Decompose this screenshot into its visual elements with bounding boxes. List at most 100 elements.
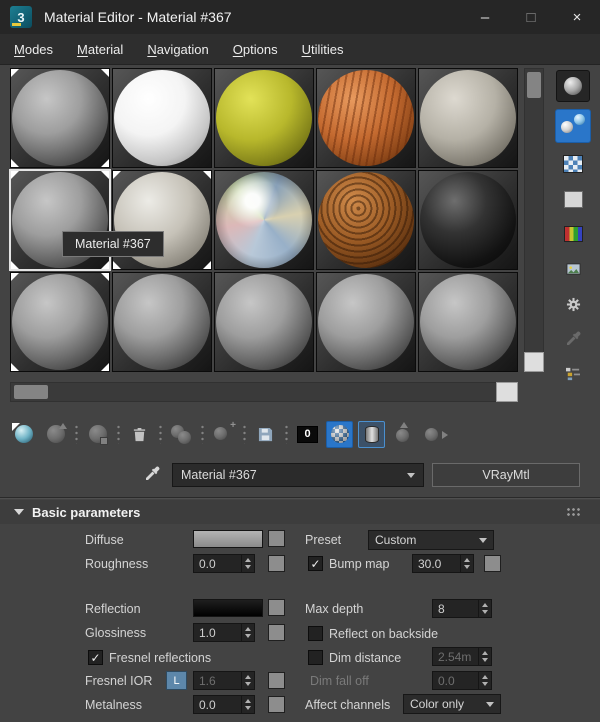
horizontal-scrollbar-thumb[interactable] xyxy=(14,385,48,399)
material-type-button[interactable]: VRayMtl xyxy=(432,463,580,487)
menu-modes[interactable]: Modes xyxy=(14,42,53,57)
fresnel-ior-lock-button[interactable]: L xyxy=(166,671,187,690)
spinner-arrows-icon[interactable] xyxy=(241,624,254,641)
make-material-copy-button[interactable] xyxy=(168,421,195,448)
material-sphere-gray xyxy=(318,274,414,370)
material-sphere-gray xyxy=(420,274,516,370)
preset-dropdown[interactable]: Custom xyxy=(368,530,494,550)
sample-type-button[interactable] xyxy=(556,70,590,102)
go-to-parent-button[interactable] xyxy=(390,421,417,448)
spinner-arrows-icon[interactable] xyxy=(241,555,254,572)
fresnel-reflections-checkbox[interactable] xyxy=(88,650,103,665)
fresnel-ior-spinner[interactable]: 1.6 xyxy=(193,671,255,690)
navigator-icon xyxy=(558,360,588,388)
sample-slot-2[interactable] xyxy=(112,68,212,168)
side-toolbar xyxy=(551,70,595,388)
metalness-spinner[interactable]: 0.0 xyxy=(193,695,255,714)
dim-distance-checkbox[interactable] xyxy=(308,650,323,665)
backlight-button[interactable] xyxy=(555,109,591,143)
rollout-basic-parameters[interactable]: Basic parameters xyxy=(0,500,600,524)
sample-slot-10[interactable] xyxy=(418,170,518,270)
horizontal-scrollbar-end-box[interactable] xyxy=(496,382,518,402)
sphere-unique-icon: + xyxy=(210,420,237,448)
sample-slot-3[interactable] xyxy=(214,68,314,168)
show-end-result-button[interactable] xyxy=(358,420,385,448)
background-button[interactable] xyxy=(558,150,588,178)
reflect-on-backside-checkbox[interactable] xyxy=(308,626,323,641)
video-color-check-button[interactable] xyxy=(558,220,588,248)
max-depth-spinner[interactable]: 8 xyxy=(432,599,492,618)
dim-fall-off-spinner[interactable]: 0.0 xyxy=(432,671,492,690)
material-id-channel-button[interactable]: 0 xyxy=(294,421,321,448)
picker-icon xyxy=(558,325,588,353)
sample-slot-13[interactable] xyxy=(214,272,314,372)
menu-utilities[interactable]: Utilities xyxy=(302,42,344,57)
dim-distance-spinner[interactable]: 2.54m xyxy=(432,647,492,666)
glossiness-label: Glossiness xyxy=(85,626,147,640)
preset-label: Preset xyxy=(305,533,342,547)
spinner-arrows-icon[interactable] xyxy=(478,672,491,689)
rollout-grip-icon[interactable] xyxy=(566,507,580,517)
menu-options[interactable]: Options xyxy=(233,42,278,57)
max-depth-value: 8 xyxy=(438,602,445,616)
reflection-map-button[interactable] xyxy=(268,599,285,616)
glossiness-spinner[interactable]: 1.0 xyxy=(193,623,255,642)
checker-icon xyxy=(558,150,588,178)
reflection-swatch[interactable] xyxy=(193,599,263,617)
horizontal-scrollbar[interactable] xyxy=(10,382,518,402)
make-unique-button[interactable]: + xyxy=(210,420,237,448)
vertical-scrollbar[interactable] xyxy=(524,68,544,372)
get-material-button[interactable] xyxy=(10,421,37,448)
put-material-to-scene-button[interactable] xyxy=(42,421,69,448)
toolbar-separator xyxy=(242,424,247,444)
roughness-spinner[interactable]: 0.0 xyxy=(193,554,255,573)
material-name-dropdown[interactable]: Material #367 xyxy=(172,463,424,487)
spinner-arrows-icon[interactable] xyxy=(478,600,491,617)
select-by-material-button[interactable] xyxy=(558,325,588,353)
sample-slot-15[interactable] xyxy=(418,272,518,372)
sample-slot-11[interactable] xyxy=(10,272,110,372)
roughness-map-button[interactable] xyxy=(268,555,285,572)
bump-map-spinner[interactable]: 30.0 xyxy=(412,554,474,573)
bump-map-button[interactable] xyxy=(484,555,501,572)
sample-slot-1[interactable] xyxy=(10,68,110,168)
menu-navigation[interactable]: Navigation xyxy=(147,42,208,57)
spinner-arrows-icon[interactable] xyxy=(478,648,491,665)
generate-preview-button[interactable] xyxy=(558,255,588,283)
sample-slot-12[interactable] xyxy=(112,272,212,372)
spinner-arrows-icon[interactable] xyxy=(241,696,254,713)
minimize-button[interactable]: – xyxy=(462,0,508,34)
used-in-scene-corner-icon xyxy=(113,171,121,179)
vertical-scrollbar-end-box[interactable] xyxy=(524,352,544,372)
spinner-arrows-icon[interactable] xyxy=(460,555,473,572)
sample-slot-14[interactable] xyxy=(316,272,416,372)
sample-slot-8[interactable] xyxy=(214,170,314,270)
metalness-map-button[interactable] xyxy=(268,696,285,713)
close-button[interactable]: × xyxy=(554,0,600,34)
reset-material-button[interactable] xyxy=(126,421,153,448)
pick-material-from-object-button[interactable] xyxy=(142,464,162,484)
affect-channels-dropdown[interactable]: Color only xyxy=(403,694,501,714)
diffuse-map-button[interactable] xyxy=(268,530,285,547)
options-button[interactable] xyxy=(558,290,588,318)
put-to-library-button[interactable] xyxy=(252,421,279,448)
diffuse-swatch[interactable] xyxy=(193,530,263,548)
material-sphere-gray xyxy=(12,274,108,370)
menu-material[interactable]: Material xyxy=(77,42,123,57)
maximize-button[interactable]: □ xyxy=(508,0,554,34)
sample-uv-tiling-button[interactable] xyxy=(558,185,588,213)
go-forward-to-sibling-button[interactable] xyxy=(422,421,449,448)
sample-slot-9[interactable] xyxy=(316,170,416,270)
toolbar-separator xyxy=(74,424,79,444)
show-shaded-material-in-viewport-button[interactable] xyxy=(326,420,353,448)
fresnel-ior-map-button[interactable] xyxy=(268,672,285,689)
vertical-scrollbar-thumb[interactable] xyxy=(527,72,541,98)
sample-slot-5[interactable] xyxy=(418,68,518,168)
glossiness-map-button[interactable] xyxy=(268,624,285,641)
spinner-arrows-icon[interactable] xyxy=(241,672,254,689)
bump-map-checkbox[interactable] xyxy=(308,556,323,571)
sample-slot-4[interactable] xyxy=(316,68,416,168)
material-name-value: Material #367 xyxy=(181,468,257,482)
material-map-navigator-button[interactable] xyxy=(558,360,588,388)
assign-material-to-selection-button[interactable] xyxy=(84,421,111,448)
